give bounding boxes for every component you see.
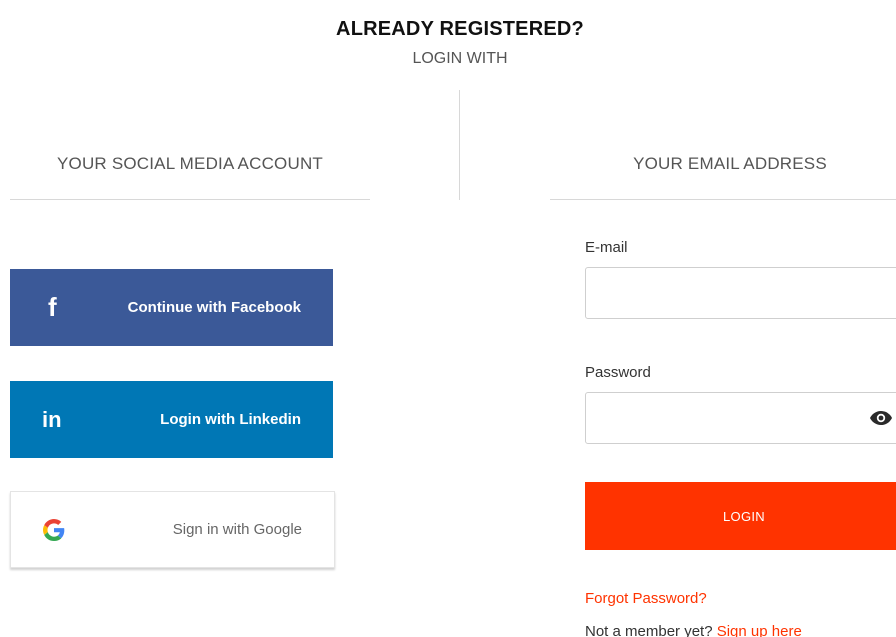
email-label: E-mail (585, 239, 628, 256)
forgot-password-link[interactable]: Forgot Password? (585, 590, 707, 607)
login-button[interactable]: LOGIN (585, 482, 896, 550)
page-subtitle: LOGIN WITH (412, 50, 508, 67)
password-field[interactable] (586, 393, 896, 443)
google-login-button[interactable]: Sign in with Google (10, 491, 335, 568)
login-page: ALREADY REGISTERED? LOGIN WITH YOUR SOCI… (0, 0, 896, 637)
column-divider (459, 90, 460, 200)
google-login-label: Sign in with Google (172, 521, 302, 538)
linkedin-login-label: Login with Linkedin (160, 411, 301, 428)
facebook-icon: f (48, 292, 57, 322)
signup-prompt: Not a member yet? Sign up here (585, 623, 802, 637)
email-section-title: YOUR EMAIL ADDRESS (633, 154, 827, 173)
email-field[interactable] (586, 268, 896, 318)
signup-link[interactable]: Sign up here (717, 623, 802, 637)
eye-icon[interactable] (869, 409, 893, 427)
linkedin-login-button[interactable]: in Login with Linkedin (10, 381, 333, 458)
password-field-wrapper (585, 392, 896, 444)
social-section-rule (10, 199, 370, 200)
facebook-login-label: Continue with Facebook (127, 299, 301, 316)
facebook-login-button[interactable]: f Continue with Facebook (10, 269, 333, 346)
email-section-rule (550, 199, 896, 200)
linkedin-icon: in (42, 406, 62, 432)
signup-prompt-text: Not a member yet? (585, 623, 717, 637)
google-icon (43, 492, 65, 567)
social-section-title: YOUR SOCIAL MEDIA ACCOUNT (56, 154, 324, 173)
page-title: ALREADY REGISTERED? (336, 18, 584, 40)
password-label: Password (585, 364, 651, 381)
email-field-wrapper (585, 267, 896, 319)
